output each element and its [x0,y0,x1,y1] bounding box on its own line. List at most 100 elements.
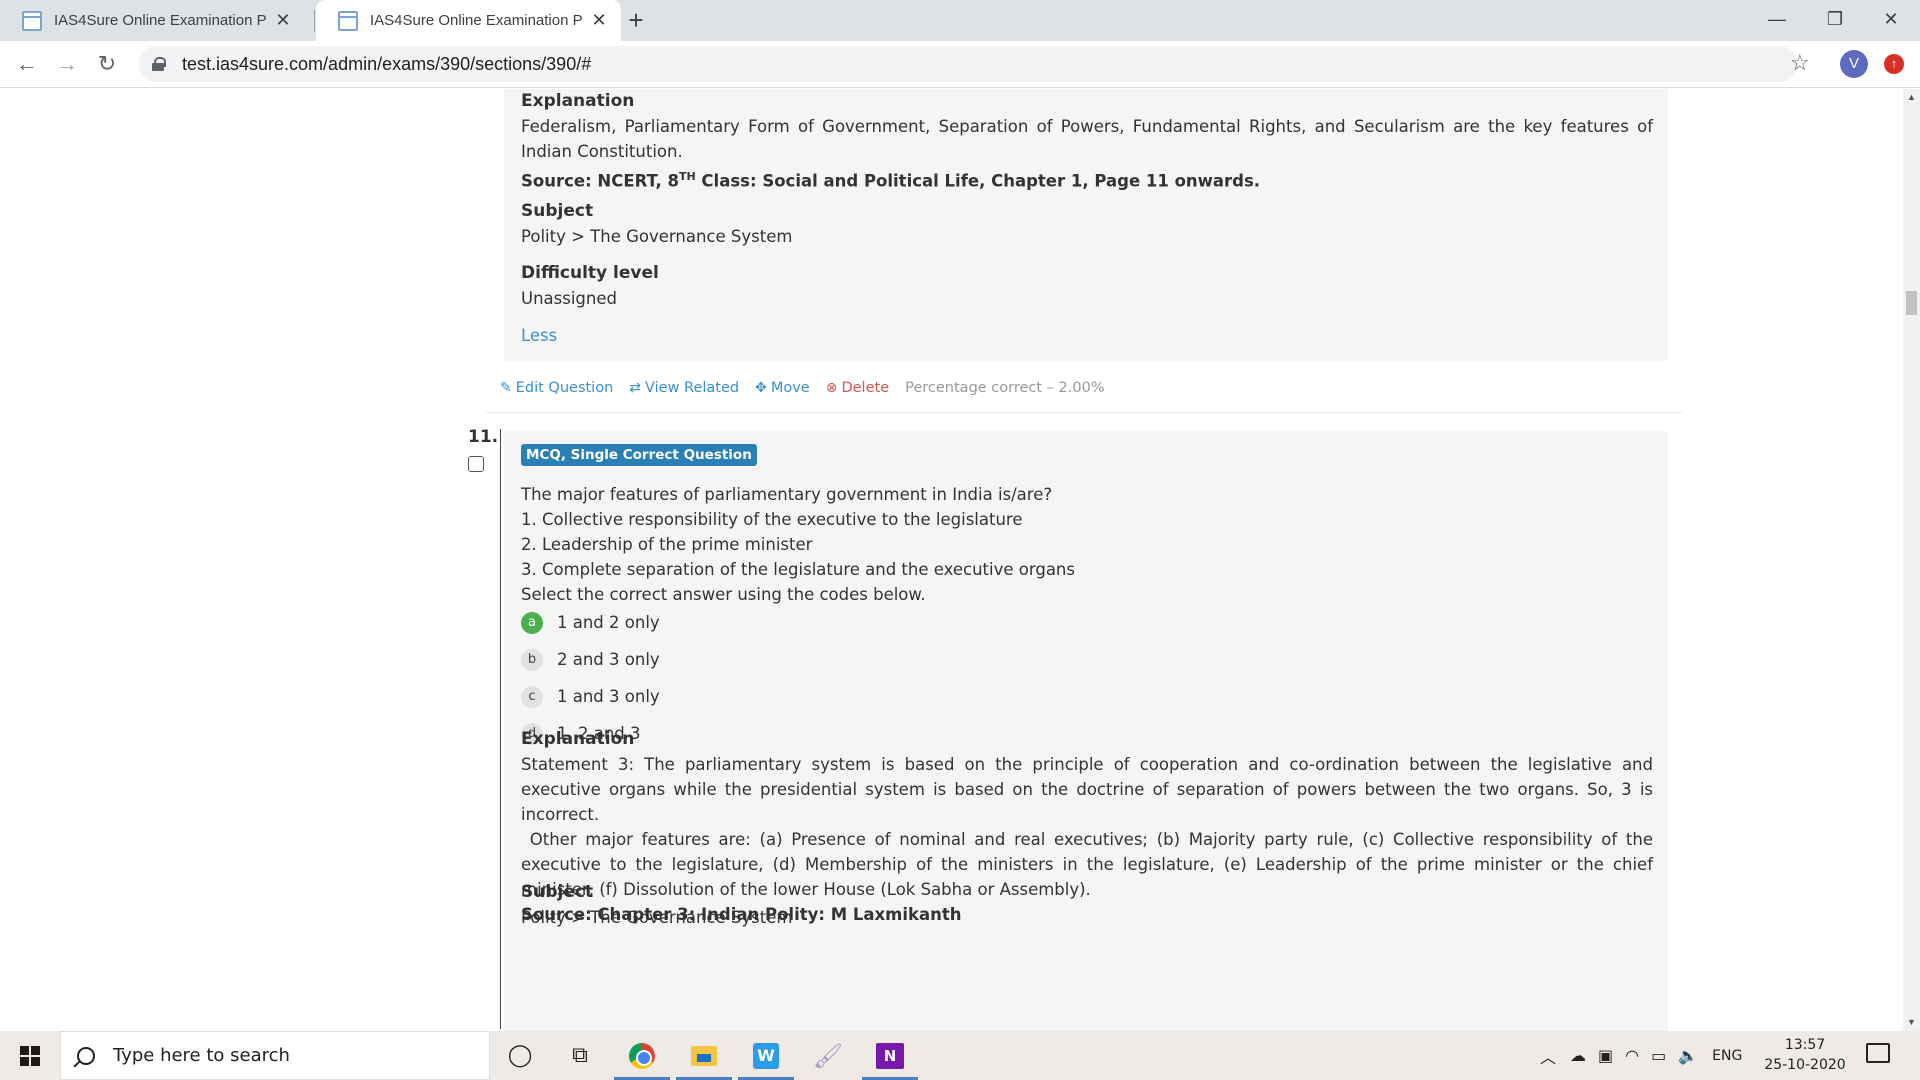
display-icon[interactable]: ▣ [1598,1046,1613,1065]
scroll-down-icon[interactable]: ▼ [1903,1014,1920,1031]
question-type-badge: MCQ, Single Correct Question [521,444,757,466]
paint-taskbar-icon[interactable]: 🖌 [800,1031,856,1080]
forward-icon[interactable]: → [52,49,82,79]
question-stem-line: 3. Complete separation of the legislatur… [521,560,1075,579]
delete-circle-icon: ⊗ [825,380,838,396]
back-icon[interactable]: ← [12,49,42,79]
close-tab-icon[interactable]: ✕ [589,10,609,31]
clock-date: 25-10-2020 [1764,1057,1846,1073]
swap-icon: ⇄ [629,380,642,396]
option-text: 1 and 2 only [557,613,660,632]
language-indicator[interactable]: ENG [1712,1048,1742,1064]
percentage-correct: Percentage correct – 2.00% [905,380,1105,396]
question-card-10: Explanation Federalism, Parliamentary Fo… [504,89,1668,361]
view-related-link[interactable]: ⇄ View Related [629,380,739,396]
bookmark-star-icon[interactable]: ☆ [1790,50,1810,76]
chevron-up-icon[interactable]: ︿ [1540,1044,1556,1068]
divider [486,412,1682,413]
wps-writer-taskbar-icon[interactable]: W [738,1031,794,1080]
move-icon: ✥ [755,380,767,396]
option-text: 2 and 3 only [557,650,660,669]
subject-label: Subject [521,882,594,902]
clock-time: 13:57 [1784,1037,1826,1053]
explanation-text: Federalism, Parliamentary Form of Govern… [521,117,1653,161]
onedrive-icon[interactable]: ☁ [1570,1046,1586,1065]
lock-icon[interactable] [152,57,166,71]
question-stem-line: The major features of parliamentary gove… [521,485,1053,504]
file-explorer-taskbar-icon[interactable] [676,1031,732,1080]
difficulty-value: Unassigned [521,289,617,308]
question-select-checkbox[interactable] [468,456,484,472]
close-window-button[interactable]: ✕ [1862,0,1920,41]
url-text[interactable]: test.ias4sure.com/admin/exams/390/sectio… [182,54,591,75]
notification-icon[interactable] [1866,1043,1890,1063]
edit-question-link[interactable]: ✎ Edit Question [500,380,613,396]
taskbar-search[interactable]: Type here to search [60,1031,490,1080]
browser-tab-strip: IAS4Sure Online Examination Pla ✕ IAS4Su… [0,0,1920,41]
question-stem-line: 2. Leadership of the prime minister [521,535,813,554]
question-number: 11. [468,427,499,447]
question-divider-line [500,429,501,1029]
taskbar-clock[interactable]: 13:57 25-10-2020 [1760,1035,1850,1075]
onenote-icon: N [876,1042,904,1069]
chrome-taskbar-icon[interactable] [614,1031,670,1080]
task-view-icon[interactable]: ⧉ [552,1031,608,1080]
folder-icon [691,1045,717,1066]
page-favicon-icon [22,10,42,31]
profile-avatar[interactable]: V [1840,50,1868,78]
windows-taskbar: Type here to search ◯ ⧉ W 🖌 N ︿ ☁ ▣ ◠ ▭ … [0,1031,1920,1080]
option-letter: b [521,648,543,671]
new-tab-button[interactable]: + [622,6,650,34]
delete-link[interactable]: ⊗ Delete [826,380,889,396]
search-icon [77,1046,95,1065]
page-content: Explanation Federalism, Parliamentary Fo… [0,89,1903,1031]
option-b[interactable]: b 2 and 3 only [521,641,1653,678]
source-text: Source: NCERT, 8TH Class: Social and Pol… [521,170,1261,191]
onenote-taskbar-icon[interactable]: N [862,1031,918,1080]
subject-label: Subject [521,201,594,221]
scrollbar-thumb[interactable] [1906,291,1917,315]
start-button[interactable] [0,1031,60,1080]
minimize-button[interactable]: — [1748,0,1806,41]
chrome-icon [629,1042,655,1069]
option-a[interactable]: a 1 and 2 only [521,604,1653,641]
question-card-11: MCQ, Single Correct Question The major f… [504,431,1668,1031]
tab-title: IAS4Sure Online Examination Pla [370,12,583,29]
w-icon: W [753,1042,779,1069]
difficulty-label: Difficulty level [521,263,659,283]
close-tab-icon[interactable]: ✕ [273,10,293,31]
subject-value: Polity > The Governance System [521,908,793,927]
explanation-text: Statement 3: The parliamentary system is… [521,755,1653,824]
page-favicon-icon [338,10,358,31]
option-letter: a [521,611,543,634]
battery-icon[interactable]: ▭ [1651,1046,1666,1065]
move-link[interactable]: ✥ Move [755,380,810,396]
volume-icon[interactable]: 🔈 [1678,1046,1698,1065]
reload-icon[interactable]: ↻ [92,49,122,79]
search-placeholder: Type here to search [113,1045,290,1066]
edit-icon: ✎ [500,380,512,396]
browser-tab-1[interactable]: IAS4Sure Online Examination Pla ✕ [0,0,305,41]
restore-button[interactable]: ❐ [1806,0,1864,41]
tab-title: IAS4Sure Online Examination Pla [54,12,267,29]
option-c[interactable]: c 1 and 3 only [521,678,1653,715]
paint-icon: 🖌 [812,1041,844,1070]
tab-separator [314,10,315,32]
update-icon[interactable]: ↑ [1884,54,1904,74]
browser-toolbar: ← → ↻ test.ias4sure.com/admin/exams/390/… [0,41,1920,88]
explanation-label: Explanation [521,729,635,749]
windows-logo-icon [20,1045,40,1066]
address-bar[interactable]: test.ias4sure.com/admin/exams/390/sectio… [138,46,1798,82]
question-stem-line: 1. Collective responsibility of the exec… [521,510,1023,529]
browser-tab-2[interactable]: IAS4Sure Online Examination Pla ✕ [316,0,621,41]
wifi-icon[interactable]: ◠ [1625,1046,1639,1065]
option-letter: c [521,685,543,708]
cortana-icon[interactable]: ◯ [492,1031,548,1080]
question-actions: ✎ Edit Question ⇄ View Related ✥ Move ⊗ Dele… [500,377,1105,399]
page-scrollbar[interactable]: ▲ ▼ [1903,89,1920,1031]
less-link[interactable]: Less [521,323,1653,348]
option-text: 1 and 3 only [557,687,660,706]
system-tray: ︿ ☁ ▣ ◠ ▭ 🔈 ENG [1540,1031,1742,1080]
scroll-up-icon[interactable]: ▲ [1903,89,1920,106]
subject-value: Polity > The Governance System [521,227,793,246]
